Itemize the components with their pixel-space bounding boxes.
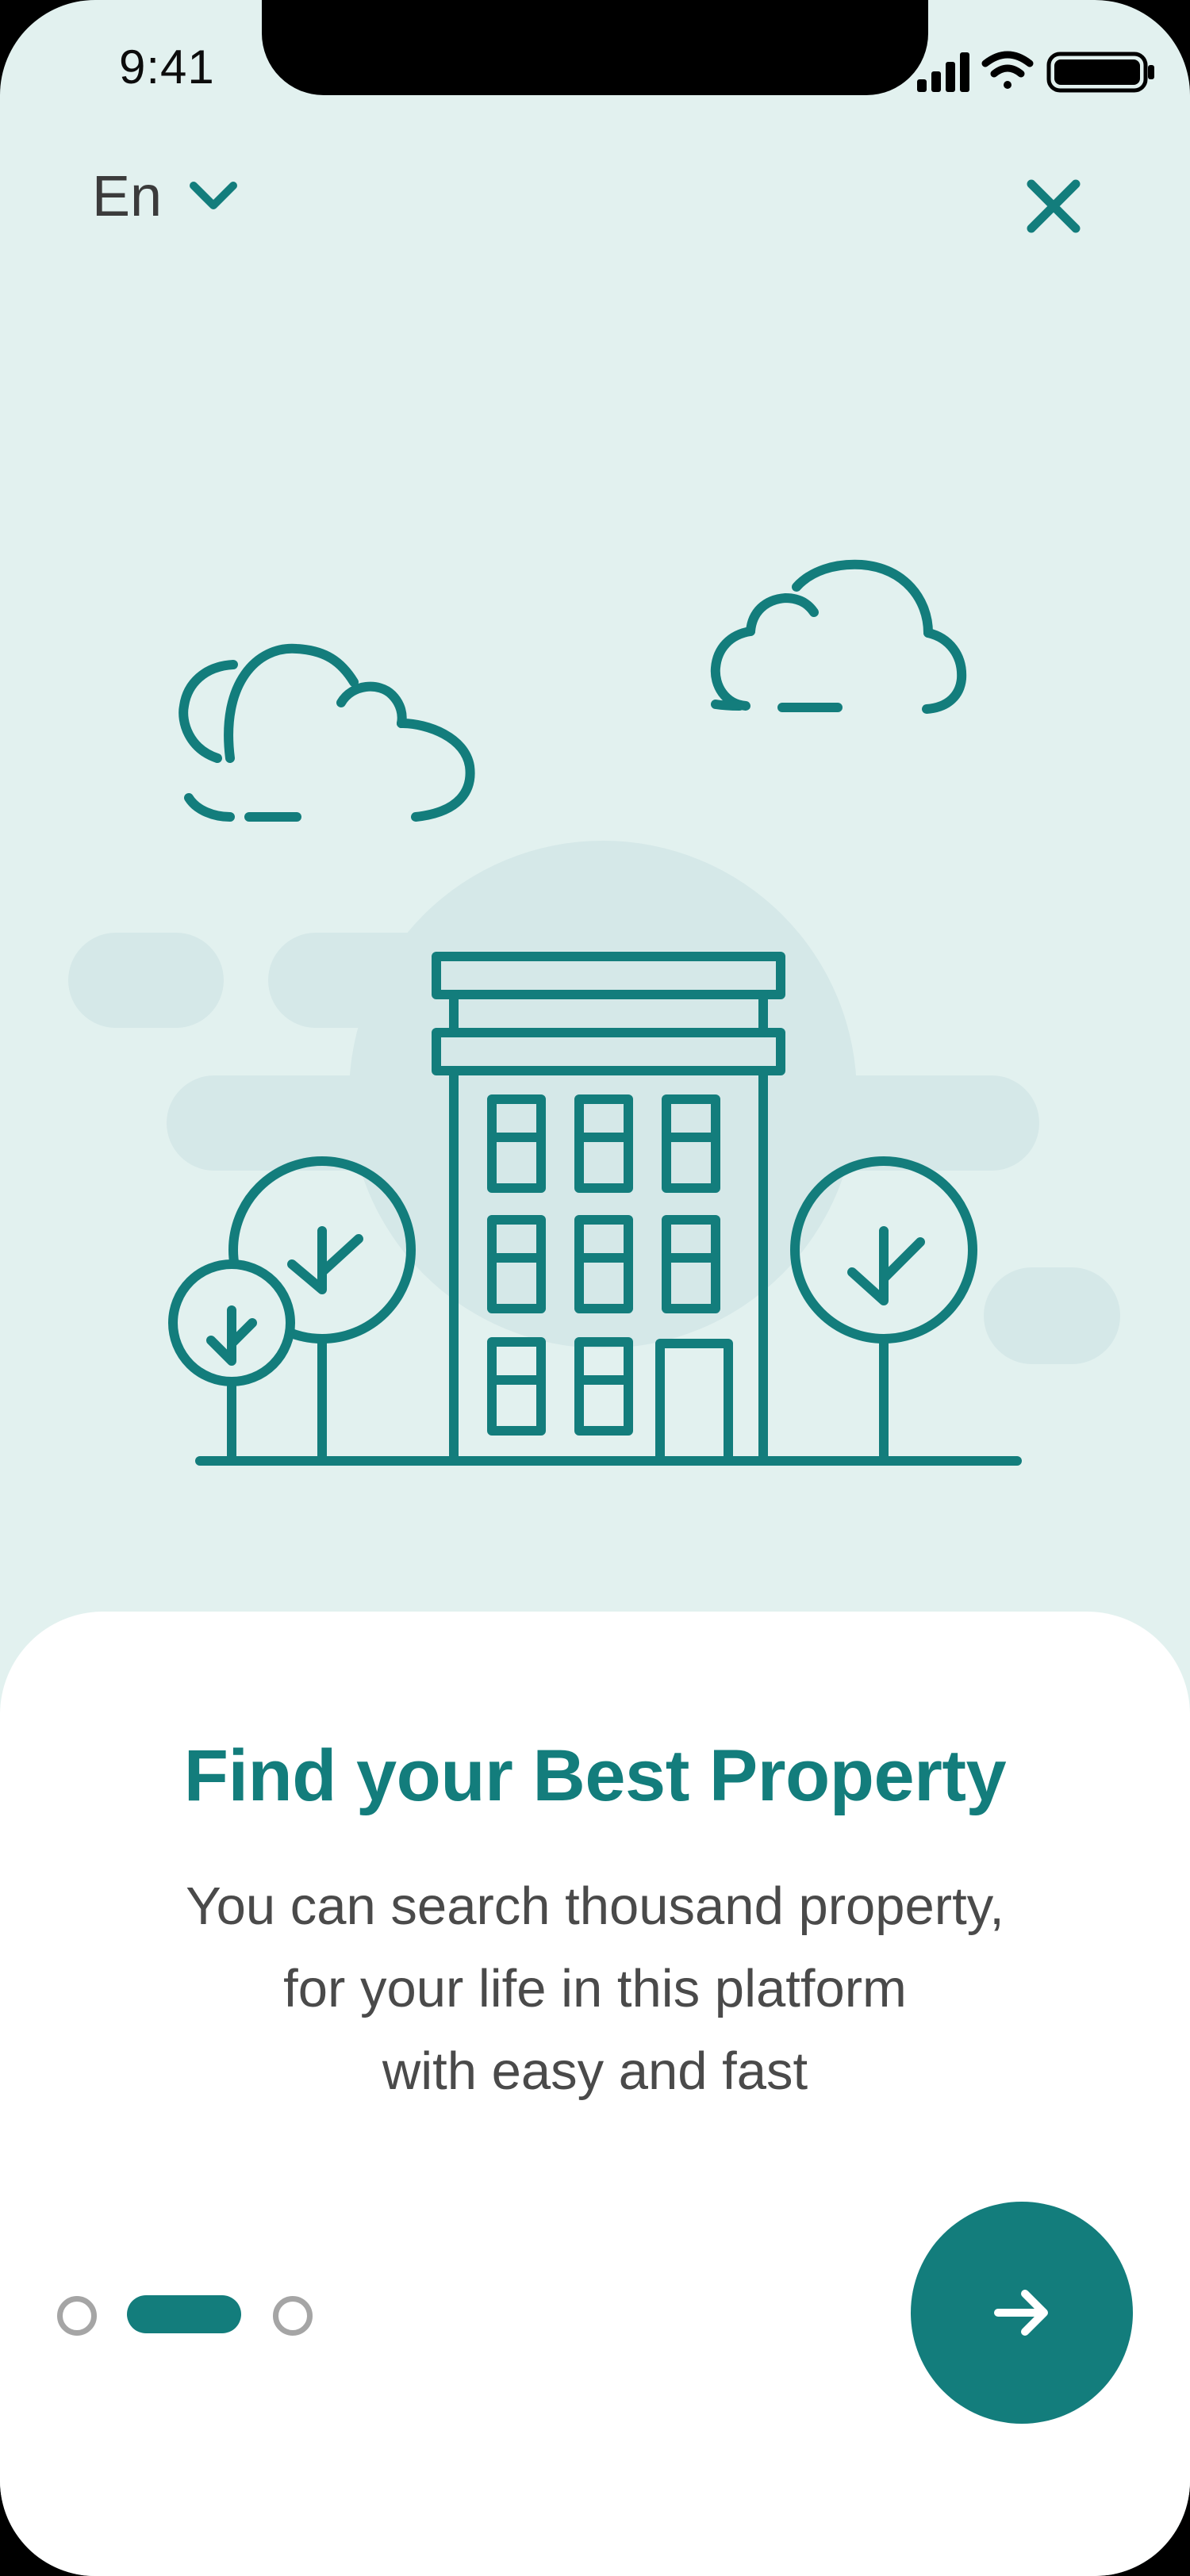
- description-line: You can search thousand property,: [186, 1876, 1004, 1936]
- onboarding-description: You can search thousand property, for yo…: [79, 1865, 1111, 2113]
- onboarding-screen: 9:41 En Find your Best Property You can …: [0, 0, 1190, 2576]
- arrow-right-icon: [994, 2290, 1048, 2336]
- cellular-signal-icon: [917, 52, 969, 92]
- page-dot-3[interactable]: [273, 2296, 313, 2336]
- battery-icon: [1046, 52, 1154, 93]
- page-dot-1[interactable]: [57, 2296, 97, 2336]
- description-line: for your life in this platform: [283, 1959, 907, 2018]
- onboarding-card: Find your Best Property You can search t…: [0, 1612, 1190, 2576]
- language-selector[interactable]: En: [92, 168, 238, 225]
- wifi-icon: [981, 51, 1034, 89]
- onboarding-title: Find your Best Property: [183, 1735, 1007, 1816]
- status-time: 9:41: [119, 40, 215, 94]
- page-indicator: [57, 2294, 319, 2336]
- close-icon[interactable]: [1023, 176, 1084, 236]
- device-notch: [262, 0, 928, 95]
- tree-left-small: [168, 1259, 295, 1464]
- language-label: En: [92, 165, 163, 228]
- building-illustration: [68, 559, 1120, 1466]
- page-dot-2-active[interactable]: [127, 2295, 241, 2333]
- cloud-right: [710, 559, 967, 714]
- chevron-down-icon: [190, 182, 238, 209]
- description-line: with easy and fast: [382, 2041, 808, 2101]
- cloud-left: [178, 643, 475, 822]
- next-button[interactable]: [911, 2202, 1133, 2424]
- status-icons: [917, 51, 1154, 93]
